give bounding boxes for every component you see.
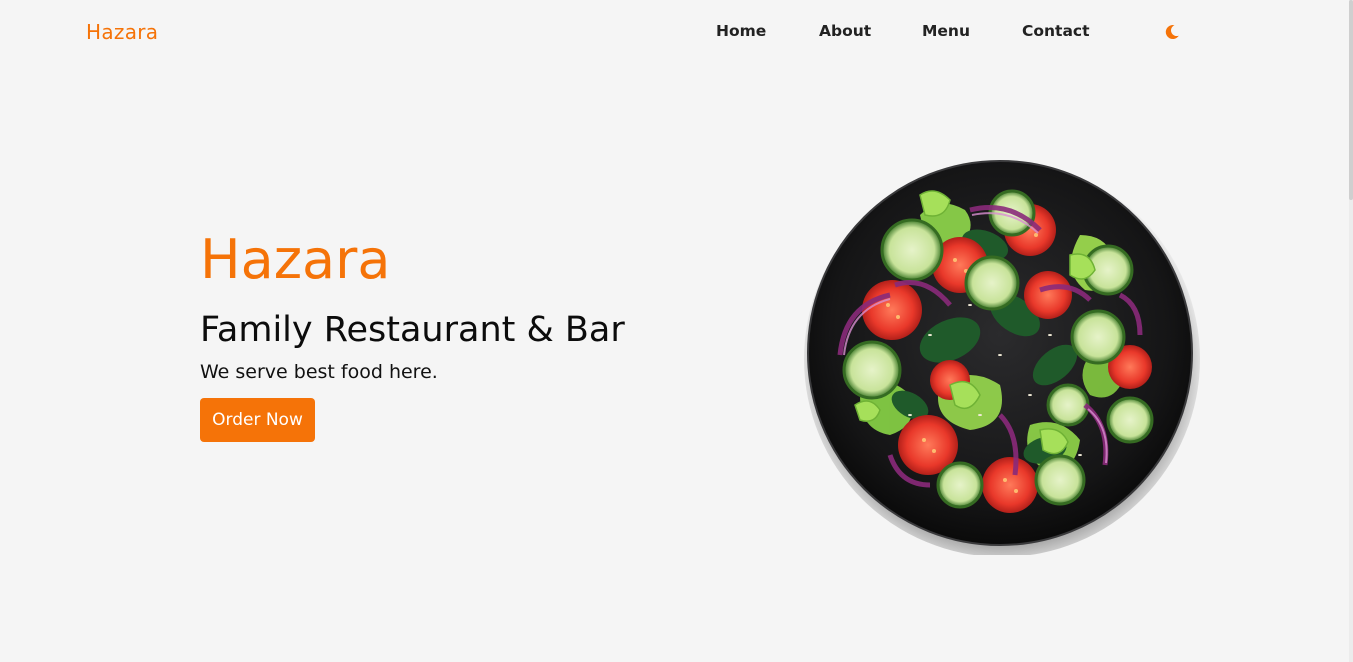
order-now-button[interactable]: Order Now (200, 398, 315, 442)
nav-home[interactable]: Home (716, 22, 766, 40)
salad-bowl-image (800, 155, 1200, 557)
brand-logo[interactable]: Hazara (86, 20, 158, 44)
moon-icon (1165, 24, 1179, 39)
hero-description: We serve best food here. (200, 361, 438, 383)
hero-title: Hazara (200, 228, 391, 291)
page-scrollbar[interactable] (1349, 0, 1353, 662)
nav-menu[interactable]: Menu (922, 22, 970, 40)
nav-contact[interactable]: Contact (1022, 22, 1090, 40)
hero-subtitle: Family Restaurant & Bar (200, 310, 625, 350)
theme-toggle-button[interactable] (1163, 23, 1181, 41)
page: Hazara Home About Menu Contact Hazara Fa… (0, 0, 1353, 662)
salad-illustration (804, 160, 1200, 557)
nav-about[interactable]: About (819, 22, 871, 40)
scrollbar-thumb[interactable] (1349, 0, 1353, 200)
